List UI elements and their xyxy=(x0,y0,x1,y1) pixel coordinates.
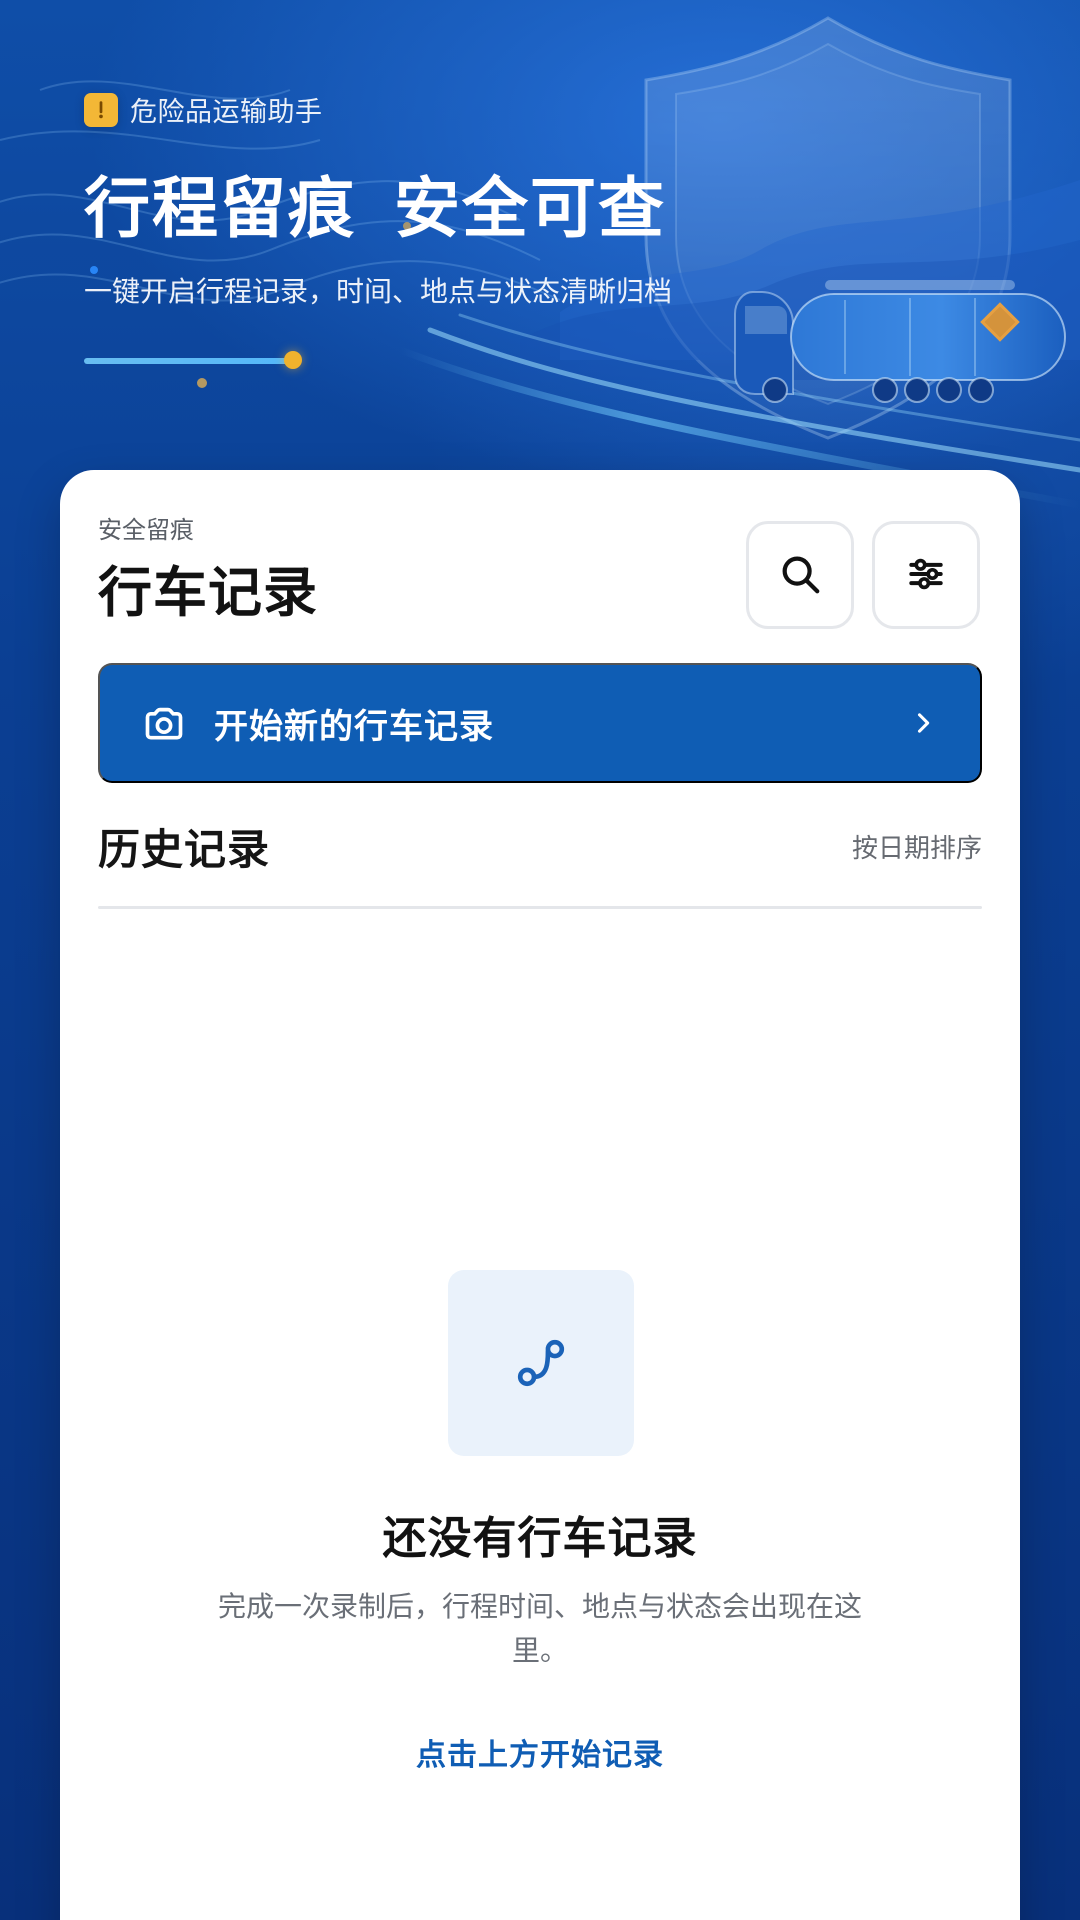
chevron-right-icon xyxy=(906,706,940,740)
route-icon xyxy=(448,1270,634,1456)
history-title: 历史记录 xyxy=(98,824,271,874)
warning-icon xyxy=(84,92,118,127)
camera-icon xyxy=(140,699,188,747)
hero-title-left: 行程留痕 xyxy=(84,170,356,247)
history-header: 历史记录 按日期排序 xyxy=(98,818,982,874)
empty-cta-link[interactable]: 点击上方开始记录 xyxy=(60,1730,1020,1774)
section-divider xyxy=(98,906,982,909)
sliders-icon xyxy=(904,552,948,599)
hero-underline xyxy=(84,358,294,364)
hero-underline-dot xyxy=(284,351,302,369)
app-badge: 危险品运输助手 xyxy=(84,90,323,129)
hero-banner: 危险品运输助手 行程留痕 安全可查 一键开启行程记录，时间、地点与状态清晰归档 xyxy=(0,0,1080,520)
search-icon xyxy=(777,551,823,600)
filter-button[interactable] xyxy=(872,521,980,629)
app-screen: 危险品运输助手 行程留痕 安全可查 一键开启行程记录，时间、地点与状态清晰归档 安… xyxy=(0,0,1080,1920)
hero-title-right: 安全可查 xyxy=(394,170,666,247)
hero-illustration xyxy=(0,16,1080,509)
card-title: 行车记录 xyxy=(98,561,318,624)
hero-subtitle: 一键开启行程记录，时间、地点与状态清晰归档 xyxy=(84,275,673,308)
search-button[interactable] xyxy=(746,521,854,629)
sort-by-date[interactable]: 按日期排序 xyxy=(852,828,982,865)
empty-description: 完成一次录制后，行程时间、地点与状态会出现在这里。 xyxy=(217,1590,862,1667)
start-recording-label: 开始新的行车记录 xyxy=(214,707,494,746)
start-recording-button[interactable]: 开始新的行车记录 xyxy=(98,663,982,783)
app-name: 危险品运输助手 xyxy=(130,97,323,128)
empty-title: 还没有行车记录 xyxy=(382,1513,698,1564)
card-header: 安全留痕 行车记录 xyxy=(98,510,982,630)
hero-title: 行程留痕 安全可查 xyxy=(84,155,666,251)
card-kicker: 安全留痕 xyxy=(98,516,194,544)
records-card: 安全留痕 行车记录 开始新的行车记录 历史记录 按日期排序 还没有行车记录 完成… xyxy=(60,470,1020,1920)
